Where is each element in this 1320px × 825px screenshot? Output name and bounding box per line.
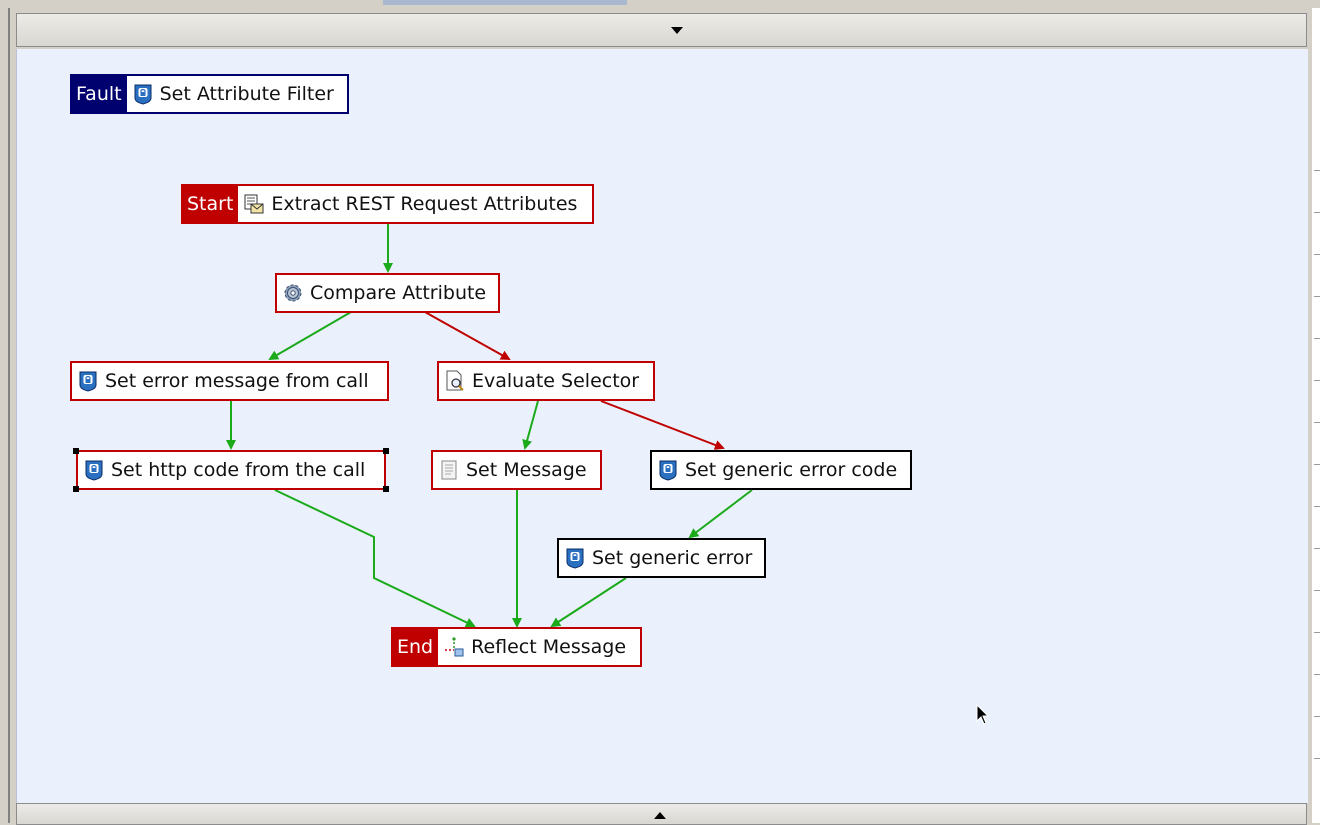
edge-evaluate-selector-to-generic-error-code xyxy=(600,400,725,450)
gear-icon xyxy=(282,282,304,304)
node-label: Extract REST Request Attributes xyxy=(271,193,578,215)
collapse-up-icon[interactable] xyxy=(654,812,666,819)
node-label: Set generic error code xyxy=(685,459,898,481)
extract-icon xyxy=(243,193,265,215)
policy-canvas[interactable]: Fault Set Attribute Filter Start Extract… xyxy=(16,49,1308,803)
node-label: Set error message from call xyxy=(105,370,369,392)
selection-handle[interactable] xyxy=(383,486,389,492)
node-label: Evaluate Selector xyxy=(472,370,640,392)
selector-icon xyxy=(444,370,466,392)
ruler-tick xyxy=(1314,296,1320,297)
node-set-message[interactable]: Set Message xyxy=(431,450,602,490)
fault-tag: Fault xyxy=(72,76,127,112)
ruler-tick xyxy=(1314,632,1320,633)
ruler-tick xyxy=(1314,170,1320,171)
reflect-icon xyxy=(443,636,465,658)
edge-evaluate-selector-to-set-message xyxy=(522,400,539,450)
shield-icon xyxy=(657,459,679,481)
node-label: Set generic error xyxy=(592,547,753,569)
start-tag: Start xyxy=(183,186,239,222)
ruler-tick xyxy=(1314,338,1320,339)
message-icon xyxy=(438,459,460,481)
ruler-tick xyxy=(1314,716,1320,717)
ruler-tick xyxy=(1314,212,1320,213)
frame-right-ruler xyxy=(1312,8,1320,823)
connector-layer xyxy=(226,223,753,628)
node-label: Reflect Message xyxy=(471,636,627,658)
collapse-top-bar[interactable] xyxy=(16,13,1307,47)
node-set-error-message-from-call[interactable]: Set error message from call xyxy=(70,361,389,401)
ruler-tick xyxy=(1314,506,1320,507)
ruler-tick xyxy=(1314,422,1320,423)
ruler-tick xyxy=(1314,464,1320,465)
selection-handle[interactable] xyxy=(383,448,389,454)
node-label: Compare Attribute xyxy=(310,282,487,304)
ruler-tick xyxy=(1314,674,1320,675)
node-set-generic-error[interactable]: Set generic error xyxy=(557,538,766,578)
frame-left-edge xyxy=(8,8,10,823)
node-label: Set Message xyxy=(466,459,587,481)
node-reflect-message[interactable]: End Reflect Message xyxy=(391,627,642,667)
node-label: Set Attribute Filter xyxy=(159,83,334,105)
ruler-tick xyxy=(1314,548,1320,549)
collapse-down-icon[interactable] xyxy=(671,27,683,34)
node-set-http-code-from-the-call[interactable]: Set http code from the call xyxy=(73,448,389,492)
edge-http-code-to-reflect xyxy=(274,489,476,628)
end-tag: End xyxy=(393,629,439,665)
node-label: Set http code from the call xyxy=(111,459,366,481)
node-evaluate-selector[interactable]: Evaluate Selector xyxy=(437,361,655,401)
ruler-tick xyxy=(1314,590,1320,591)
node-set-attribute-filter[interactable]: Fault Set Attribute Filter xyxy=(70,74,349,114)
shield-icon xyxy=(77,370,99,392)
shield-icon xyxy=(132,83,154,105)
selection-handle[interactable] xyxy=(73,448,79,454)
shield-icon xyxy=(83,459,105,481)
edge-generic-error-code-to-generic-error xyxy=(688,489,753,539)
ruler-tick xyxy=(1314,380,1320,381)
ruler-tick xyxy=(1314,254,1320,255)
shield-icon xyxy=(564,547,586,569)
node-compare-attribute[interactable]: Compare Attribute xyxy=(275,273,500,313)
selection-handle[interactable] xyxy=(73,486,79,492)
edge-compare-to-evaluate-selector xyxy=(424,311,511,360)
node-set-generic-error-code[interactable]: Set generic error code xyxy=(650,450,912,490)
edge-compare-to-set-error-message xyxy=(268,311,352,361)
node-extract-rest-request-attributes[interactable]: Start Extract REST Request Attributes xyxy=(181,184,594,224)
mouse-cursor-icon xyxy=(976,704,990,725)
edge-generic-error-to-reflect xyxy=(550,577,627,628)
top-tab-indicator xyxy=(383,0,627,5)
ruler-tick xyxy=(1314,758,1320,759)
collapse-bottom-bar[interactable] xyxy=(16,803,1307,825)
